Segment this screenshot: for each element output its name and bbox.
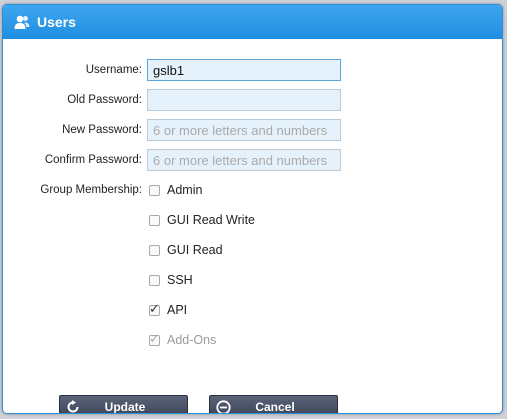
checkmark-icon: ✓ [149,330,160,346]
gui-read-checkbox[interactable] [149,244,160,256]
users-dialog: Users Username: Old Password: New Passwo… [2,4,503,414]
checkbox-ssh[interactable]: SSH [149,273,193,287]
cancel-button-label: Cancel [255,400,295,414]
old-password-field[interactable] [147,89,341,111]
checkbox-add-ons: ✓ Add-Ons [149,330,217,347]
checkbox-gui-read[interactable]: GUI Read [149,243,223,257]
confirm-password-field[interactable] [147,149,341,171]
admin-checkbox-label: Admin [167,183,203,197]
gui-read-write-checkbox[interactable] [149,214,160,226]
add-ons-checkbox-label: Add-Ons [167,333,217,347]
checkbox-admin[interactable]: Admin [149,183,202,197]
checkbox-gui-read-write[interactable]: GUI Read Write [149,213,255,227]
cancel-button[interactable]: Cancel [209,395,338,414]
confirm-password-label: Confirm Password: [44,154,142,166]
update-button-label: Update [104,400,146,414]
update-button[interactable]: Update [59,395,188,414]
ssh-checkbox[interactable] [149,274,160,286]
gui-read-checkbox-label: GUI Read [167,243,223,257]
dialog-titlebar[interactable]: Users [3,5,502,39]
checkmark-icon: ✓ [149,300,160,316]
admin-checkbox[interactable] [149,184,160,196]
api-checkbox[interactable]: ✓ [149,300,160,316]
new-password-field[interactable] [147,119,341,141]
group-membership-label: Group Membership: [40,184,142,196]
checkbox-api[interactable]: ✓ API [149,300,188,317]
add-ons-checkbox: ✓ [149,330,160,346]
username-field[interactable] [147,59,341,81]
dialog-title: Users [37,14,76,30]
new-password-label: New Password: [62,124,142,136]
api-checkbox-label: API [167,303,188,317]
ssh-checkbox-label: SSH [167,273,193,287]
dialog-content: Username: Old Password: New Password: Co… [3,39,502,414]
username-label: Username: [85,64,142,76]
refresh-icon [65,399,81,413]
gui-read-write-checkbox-label: GUI Read Write [167,213,255,227]
cancel-circle-icon [215,399,231,413]
users-icon [13,13,31,31]
old-password-label: Old Password: [67,94,142,106]
